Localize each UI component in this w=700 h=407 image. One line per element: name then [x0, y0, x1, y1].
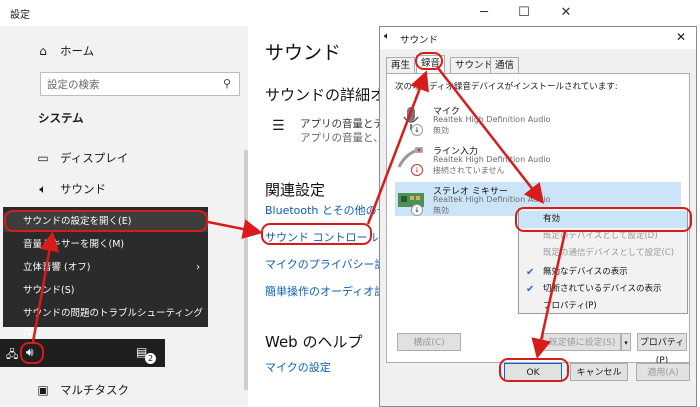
- arrow-menu-to-link: [207, 219, 263, 239]
- annotation-arrows: [31, 67, 567, 359]
- arrow-link-to-tab: [366, 70, 429, 225]
- arrow-enable-to-ok: [531, 231, 567, 359]
- arrow-tray-to-menu: [31, 231, 60, 343]
- arrow-tab-to-device: [437, 67, 545, 204]
